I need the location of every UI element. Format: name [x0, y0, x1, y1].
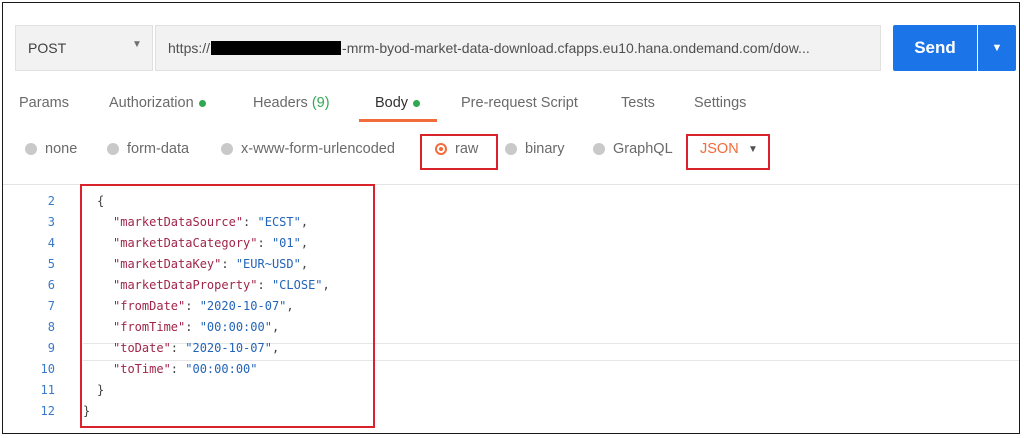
radio-icon [25, 143, 37, 155]
radio-icon [107, 143, 119, 155]
headers-count: (9) [311, 95, 330, 111]
line-number: 11 [40, 383, 55, 397]
radio-graphql[interactable]: GraphQL [593, 141, 673, 157]
status-dot-icon [413, 99, 421, 107]
line-number: 8 [47, 320, 55, 334]
tab-authorization[interactable]: Authorization [109, 95, 206, 111]
radio-icon [221, 143, 233, 155]
redaction-bar [211, 41, 342, 55]
method-select[interactable]: POST ▼ [15, 25, 153, 71]
tab-label: Authorization [109, 95, 194, 111]
highlight-box-json-body [80, 184, 375, 428]
tab-pre-request-script[interactable]: Pre-request Script [461, 95, 578, 111]
line-number: 12 [40, 404, 55, 418]
tab-label: Headers [253, 95, 308, 111]
line-number: 9 [47, 341, 55, 355]
url-suffix: -mrm-byod-market-data-download.cfapps.eu… [342, 40, 810, 56]
request-tabs: Params Authorization Headers (9) Body Pr… [3, 95, 1019, 119]
line-number: 4 [47, 236, 55, 250]
body-type-options: none form-data x-www-form-urlencoded raw… [3, 139, 1019, 163]
radio-label: GraphQL [613, 141, 673, 157]
radio-x-www-form-urlencoded[interactable]: x-www-form-urlencoded [221, 141, 395, 157]
radio-none[interactable]: none [25, 141, 77, 157]
tab-body[interactable]: Body [375, 95, 421, 111]
highlight-box-raw [420, 134, 498, 170]
highlight-box-json [686, 134, 770, 170]
tab-headers[interactable]: Headers (9) [253, 95, 330, 111]
line-number: 10 [40, 362, 55, 376]
line-number: 5 [47, 257, 55, 271]
radio-binary[interactable]: binary [505, 141, 565, 157]
chevron-down-icon: ▼ [132, 39, 142, 50]
radio-label: x-www-form-urlencoded [241, 141, 395, 157]
line-number: 3 [47, 215, 55, 229]
send-button[interactable]: Send [893, 25, 977, 71]
postman-request-panel: POST ▼ https:// -mrm-byod-market-data-dow… [2, 2, 1020, 434]
status-dot-icon [198, 99, 206, 107]
radio-label: none [45, 141, 78, 157]
method-label: POST [28, 40, 67, 56]
line-number: 7 [47, 299, 55, 313]
tab-params[interactable]: Params [19, 95, 69, 111]
line-number: 2 [47, 194, 55, 208]
active-tab-indicator [359, 119, 437, 122]
line-number: 6 [47, 278, 55, 292]
url-input[interactable]: https:// -mrm-byod-market-data-download.c… [155, 25, 881, 71]
url-prefix: https:// [168, 40, 211, 56]
radio-label: binary [525, 141, 565, 157]
radio-icon [593, 143, 605, 155]
radio-label: form-data [127, 141, 190, 157]
chevron-down-icon: ▼ [991, 42, 1003, 54]
tab-label: Body [375, 95, 409, 111]
radio-icon [505, 143, 517, 155]
radio-form-data[interactable]: form-data [107, 141, 189, 157]
tab-tests[interactable]: Tests [621, 95, 655, 111]
send-options-button[interactable]: ▼ [978, 25, 1016, 71]
tab-settings[interactable]: Settings [694, 95, 746, 111]
